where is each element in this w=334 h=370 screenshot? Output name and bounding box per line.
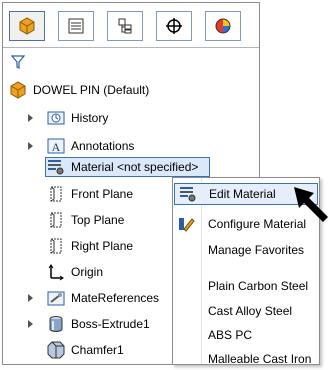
annotations-icon: A [47,137,65,155]
tree-item-front-plane[interactable]: Front Plane [47,184,133,204]
plane-icon [47,237,65,255]
tree-item-chamfer1[interactable]: Chamfer1 [47,340,124,360]
edit-material-icon [175,183,201,205]
tree-item-right-plane[interactable]: Right Plane [47,236,133,256]
dimxpert-tab[interactable] [156,11,192,41]
menu-item-cast-alloy-steel[interactable]: Cast Alloy Steel [174,300,318,322]
tree-item-label: Chamfer1 [71,343,124,357]
plane-icon [47,185,65,203]
tree-item-history[interactable]: History [47,108,108,128]
tree-item-label: Annotations [71,139,135,153]
menu-item-plain-carbon-steel[interactable]: Plain Carbon Steel [174,275,318,297]
menu-item-label: Edit Material [209,187,276,201]
menu-item-label: Manage Favorites [208,243,305,257]
expand-arrow-icon[interactable] [28,114,33,122]
tree-item-label: Top Plane [71,213,125,227]
feature-manager-icon [19,17,35,35]
menu-item-label: Plain Carbon Steel [208,279,309,293]
tree-item-label: Material <not specified> [71,160,199,174]
tree-item-boss-extrude1[interactable]: Boss-Extrude1 [47,314,150,334]
tree-item-matereferences[interactable]: MateReferences [47,288,159,308]
menu-item-label: Cast Alloy Steel [208,304,293,318]
configuration-manager-tab[interactable] [107,11,143,41]
pointer-arrow-icon [294,187,328,222]
menu-item-label: ABS PC [208,328,253,342]
dimxpert-icon [166,18,182,34]
material-icon [47,158,65,176]
menu-item-manage-favorites[interactable]: Manage Favorites [174,239,318,261]
filter-icon[interactable] [11,55,25,69]
feature-manager-tab[interactable] [9,11,45,41]
svg-text:A: A [52,140,61,154]
history-icon [47,109,65,127]
tree-item-label: Boss-Extrude1 [71,317,150,331]
tree-item-label: MateReferences [71,291,160,305]
tree-root[interactable]: DOWEL PIN (Default) [9,80,149,100]
menu-item-label: Malleable Cast Iron [208,352,312,366]
origin-icon [47,263,65,281]
tree-item-material[interactable]: Material <not specified> [47,157,198,177]
expand-arrow-icon[interactable] [28,320,33,328]
display-manager-tab[interactable] [205,11,241,41]
chamfer-icon [47,341,65,359]
expand-arrow-icon[interactable] [28,294,33,302]
tree-item-label: Origin [71,265,104,279]
tree-item-origin[interactable]: Origin [47,262,103,282]
tree-item-label: Front Plane [71,187,134,201]
tree-item-top-plane[interactable]: Top Plane [47,210,124,230]
property-manager-tab[interactable] [58,11,94,41]
tree-item-label: History [71,111,109,125]
tree-root-label: DOWEL PIN (Default) [33,83,150,97]
mate-references-icon [47,289,65,307]
configuration-manager-icon [118,18,132,34]
menu-item-label: Configure Material [208,217,307,231]
plane-icon [47,211,65,229]
boss-extrude-icon [47,315,65,333]
property-manager-icon [68,18,84,34]
configure-material-icon [174,213,200,235]
menu-item-abs-pc[interactable]: ABS PC [174,324,318,346]
manager-tabs-bar [3,3,259,48]
display-manager-icon [215,18,231,34]
tree-item-label: Right Plane [71,239,134,253]
tree-item-annotations[interactable]: A Annotations [47,136,134,156]
part-icon [9,81,27,99]
expand-arrow-icon[interactable] [28,142,33,150]
